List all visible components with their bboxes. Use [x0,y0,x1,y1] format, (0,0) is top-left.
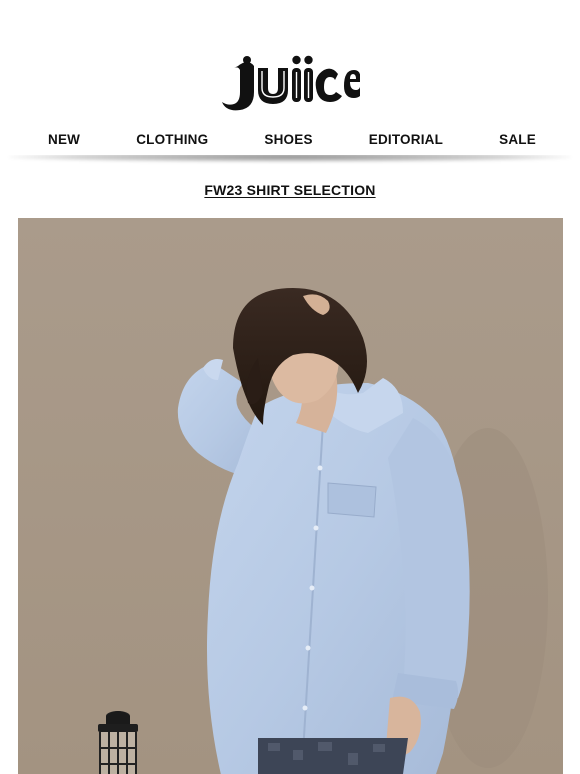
section-title-link[interactable]: FW23 SHIRT SELECTION [204,182,375,198]
hero-image[interactable] [18,218,563,774]
brand-logo[interactable] [0,52,580,118]
juice-wordmark-logo [222,55,360,111]
section-heading: FW23 SHIRT SELECTION [0,182,580,200]
hero-photo-illustration [18,218,563,774]
